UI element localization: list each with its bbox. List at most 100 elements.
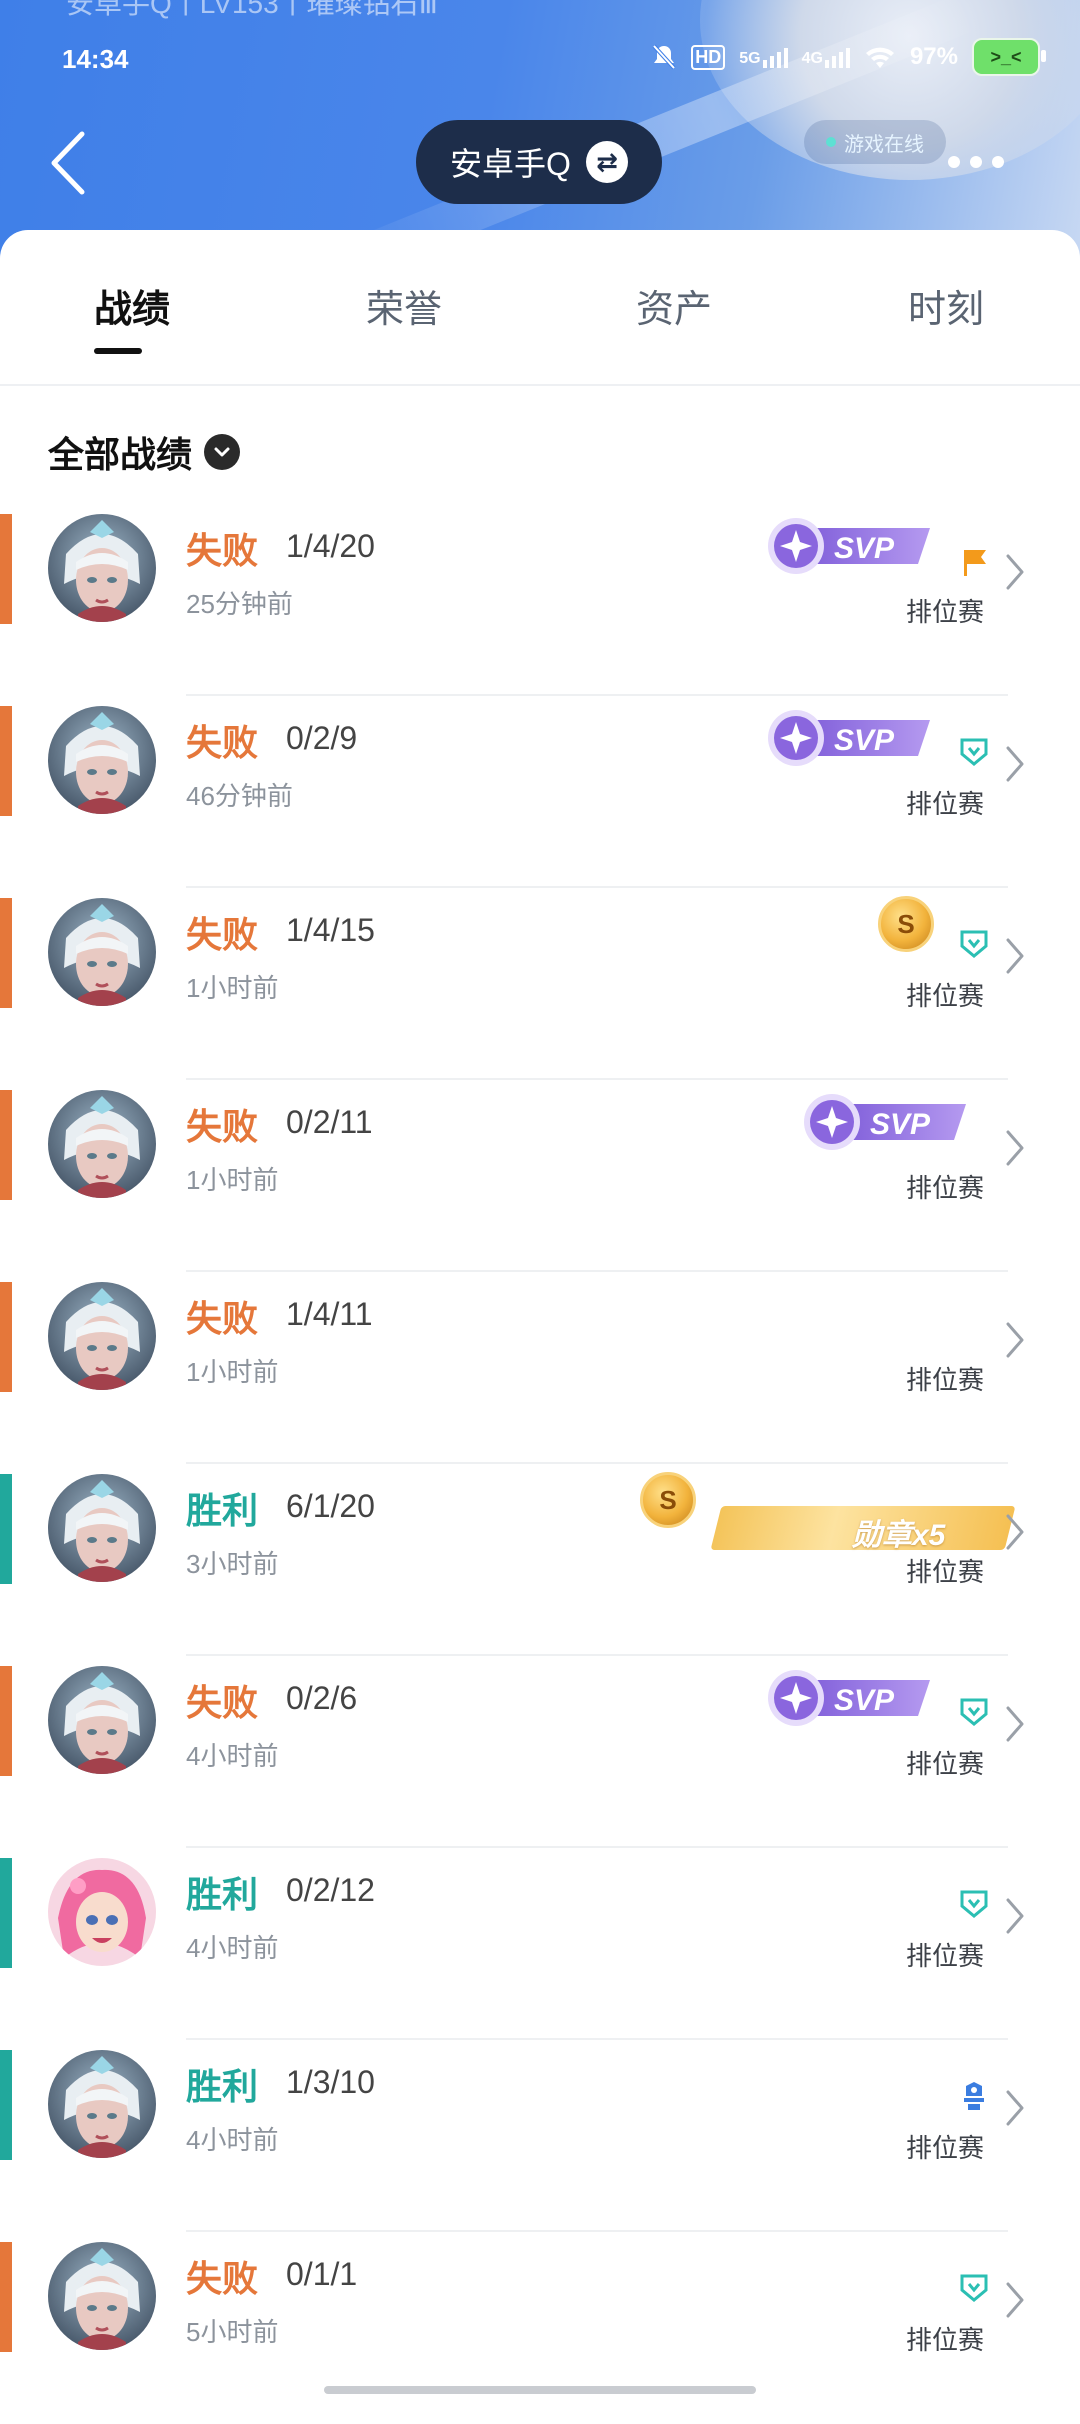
- result-indicator: [0, 1666, 12, 1776]
- filter-label: 全部战绩: [48, 434, 193, 475]
- tab-honor[interactable]: 荣誉: [366, 278, 442, 333]
- match-row[interactable]: 失败 0/2/11 1小时前 排位赛 SVP: [0, 1080, 1080, 1272]
- result-indicator: [0, 2242, 12, 2352]
- tab-assets[interactable]: 资产: [636, 278, 712, 333]
- more-button[interactable]: [948, 156, 1004, 168]
- back-button[interactable]: [44, 128, 94, 198]
- s-coin-icon: S: [640, 1472, 696, 1528]
- shield-icon: [958, 928, 990, 960]
- s-coin-icon: S: [878, 896, 934, 952]
- online-dot-icon: [826, 137, 836, 147]
- status-icons: HD 5G 4G 97% >_<: [651, 38, 1046, 76]
- match-time: 5小时前: [186, 2317, 279, 2347]
- chevron-right-icon: [1004, 1704, 1026, 1744]
- svg-text:SVP: SVP: [870, 1108, 931, 1141]
- match-time: 1小时前: [186, 1357, 279, 1387]
- match-kda: 1/4/15: [286, 912, 375, 948]
- match-time: 3小时前: [186, 1549, 279, 1579]
- swap-icon: ⇄: [586, 141, 628, 183]
- match-row[interactable]: 失败 1/4/11 1小时前 排位赛: [0, 1272, 1080, 1464]
- chevron-right-icon: [1004, 936, 1026, 976]
- match-row[interactable]: 胜利 0/2/12 4小时前 排位赛: [0, 1848, 1080, 2040]
- match-result: 胜利: [186, 1490, 259, 1531]
- chevron-right-icon: [1004, 1896, 1026, 1936]
- mute-icon: [652, 44, 676, 70]
- result-indicator: [0, 2050, 12, 2160]
- match-mode: 排位赛: [906, 1365, 985, 1395]
- match-result: 失败: [186, 530, 259, 571]
- svp-badge-icon: SVP: [762, 708, 932, 768]
- match-time: 4小时前: [186, 1933, 279, 1963]
- match-row[interactable]: 失败 1/4/15 1小时前 排位赛 S: [0, 888, 1080, 1080]
- app-header: 安卓手Q丨LV153丨璀璨钻石Ⅲ 14:34 HD 5G 4G 97% >_< …: [0, 0, 1080, 260]
- crown-icon: [958, 2080, 990, 2112]
- result-indicator: [0, 1282, 12, 1392]
- hero-avatar: [48, 1090, 156, 1198]
- chevron-right-icon: [1004, 1320, 1026, 1360]
- shield-icon: [958, 736, 990, 768]
- match-list: 失败 1/4/20 25分钟前 排位赛 SVP 失败 0/2/9 46分钟前 排位赛 SVP 失败 1…: [0, 504, 1080, 2424]
- result-indicator: [0, 1474, 12, 1584]
- account-name: 安卓手Q: [450, 146, 571, 182]
- chevron-right-icon: [1004, 744, 1026, 784]
- match-mode: 排位赛: [906, 597, 985, 627]
- svp-badge-icon: SVP: [762, 516, 932, 576]
- match-kda: 6/1/20: [286, 1488, 375, 1524]
- match-kda: 0/2/9: [286, 720, 358, 756]
- match-mode: 排位赛: [906, 789, 985, 819]
- match-kda: 0/2/12: [286, 1872, 375, 1908]
- match-time: 46分钟前: [186, 781, 293, 811]
- chevron-right-icon: [1004, 552, 1026, 592]
- status-time: 14:34: [62, 44, 129, 74]
- medal-count: 勋章x5: [852, 1519, 946, 1552]
- flag-icon: [958, 546, 990, 578]
- match-mode: 排位赛: [906, 981, 985, 1011]
- hero-avatar: [48, 1666, 156, 1774]
- match-result: 失败: [186, 1106, 259, 1147]
- match-row[interactable]: 胜利 1/3/10 4小时前 排位赛: [0, 2040, 1080, 2232]
- tab-record[interactable]: 战绩: [94, 278, 170, 333]
- match-kda: 1/3/10: [286, 2064, 375, 2100]
- tab-moments[interactable]: 时刻: [908, 278, 984, 333]
- hero-avatar: [48, 514, 156, 622]
- match-kda: 0/1/1: [286, 2256, 358, 2292]
- svp-badge-icon: SVP: [762, 1668, 932, 1728]
- online-status-label: 游戏在线: [844, 133, 924, 156]
- svg-text:SVP: SVP: [834, 724, 895, 757]
- match-row[interactable]: 失败 0/2/9 46分钟前 排位赛 SVP: [0, 696, 1080, 888]
- match-time: 1小时前: [186, 973, 279, 1003]
- chevron-right-icon: [1004, 2088, 1026, 2128]
- match-result: 失败: [186, 722, 259, 763]
- shield-icon: [958, 1888, 990, 1920]
- match-time: 1小时前: [186, 1165, 279, 1195]
- match-row[interactable]: 失败 0/1/1 5小时前 排位赛: [0, 2232, 1080, 2424]
- match-mode: 排位赛: [906, 2325, 985, 2355]
- match-kda: 0/2/6: [286, 1680, 358, 1716]
- signal-5g: 5G: [739, 46, 788, 68]
- record-filter-dropdown[interactable]: 全部战绩: [48, 426, 241, 478]
- match-result: 失败: [186, 1682, 259, 1723]
- battery-percent: 97%: [909, 43, 958, 70]
- match-result: 失败: [186, 2258, 259, 2299]
- battery-icon: >_<: [972, 38, 1046, 76]
- match-row[interactable]: 失败 0/2/6 4小时前 排位赛 SVP: [0, 1656, 1080, 1848]
- match-kda: 1/4/11: [286, 1296, 373, 1332]
- hero-avatar: [48, 1282, 156, 1390]
- home-indicator[interactable]: [324, 2386, 756, 2394]
- match-row[interactable]: 失败 1/4/20 25分钟前 排位赛 SVP: [0, 504, 1080, 696]
- profile-subtitle: 安卓手Q丨LV153丨璀璨钻石Ⅲ: [66, 0, 438, 19]
- match-time: 25分钟前: [186, 589, 293, 619]
- hero-avatar: [48, 1858, 156, 1966]
- match-kda: 1/4/20: [286, 528, 375, 564]
- chevron-right-icon: [1004, 1128, 1026, 1168]
- match-row[interactable]: 胜利 6/1/20 3小时前 排位赛 S 勋章x5: [0, 1464, 1080, 1656]
- chevron-down-icon: [204, 434, 241, 470]
- chevron-right-icon: [1004, 1512, 1026, 1552]
- match-result: 失败: [186, 914, 259, 955]
- match-time: 4小时前: [186, 2125, 279, 2155]
- svg-text:SVP: SVP: [834, 532, 895, 565]
- account-switch-button[interactable]: 安卓手Q ⇄: [416, 120, 662, 204]
- match-result: 胜利: [186, 2066, 259, 2107]
- result-indicator: [0, 898, 12, 1008]
- hero-avatar: [48, 1474, 156, 1582]
